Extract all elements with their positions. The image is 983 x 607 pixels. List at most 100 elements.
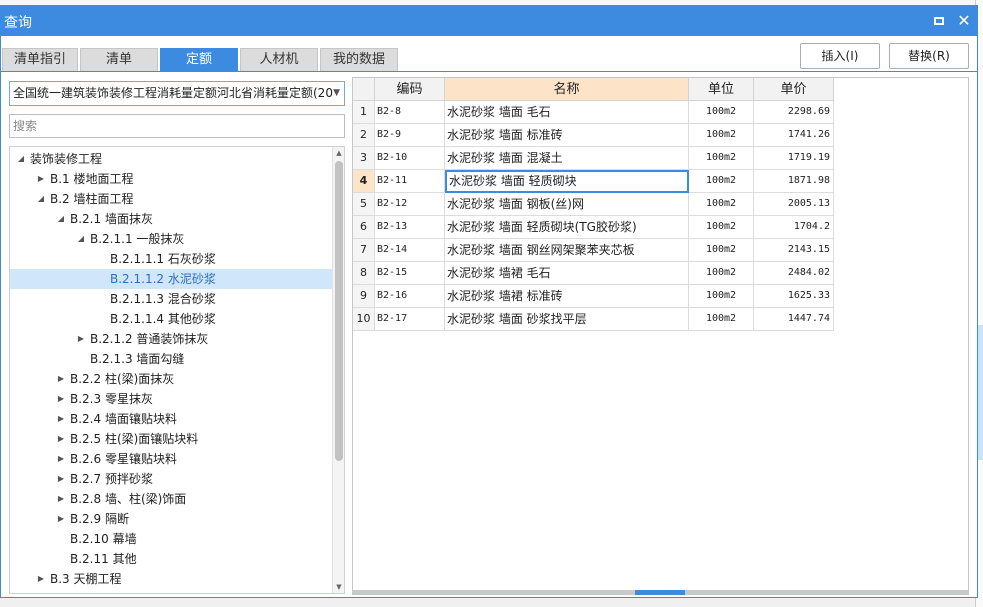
name-cell[interactable]: 水泥砂浆 墙面 标准砖 (445, 124, 689, 147)
collapsed-triangle-icon[interactable]: ▶ (36, 169, 46, 189)
unit-cell[interactable]: 100m2 (689, 147, 754, 170)
collapsed-triangle-icon[interactable]: ▶ (56, 509, 66, 529)
table-row[interactable]: 1 B2-8 水泥砂浆 墙面 毛石 100m2 2298.69 (353, 101, 835, 124)
tree-node[interactable]: ▶ B.1 楼地面工程 (10, 169, 332, 189)
collapsed-triangle-icon[interactable]: ▶ (56, 449, 66, 469)
collapsed-triangle-icon[interactable]: ▶ (56, 409, 66, 429)
tree-node[interactable]: ▶ B.2.2 柱(梁)面抹灰 (10, 369, 332, 389)
tree-node[interactable]: ▶ B.2.6 零星镶贴块料 (10, 449, 332, 469)
collapsed-triangle-icon[interactable]: ▶ (56, 489, 66, 509)
collapsed-triangle-icon[interactable]: ▶ (76, 329, 86, 349)
quota-library-select[interactable]: 全国统一建筑装饰装修工程消耗量定额河北省消耗量定额(20 ▼ (9, 81, 345, 106)
tree-node[interactable]: ◢ B.2.1.1 一般抹灰 (10, 229, 332, 249)
name-cell[interactable]: 水泥砂浆 墙面 钢丝网架聚苯夹芯板 (445, 239, 689, 262)
expanded-triangle-icon[interactable]: ◢ (36, 189, 46, 209)
tree-node[interactable]: B.2.1.1.2 水泥砂浆 (10, 269, 332, 289)
tab-labor-material-machine[interactable]: 人材机 (240, 48, 318, 72)
unit-cell[interactable]: 100m2 (689, 193, 754, 216)
collapsed-triangle-icon[interactable]: ▶ (56, 469, 66, 489)
chevron-down-icon[interactable]: ▼ (333, 82, 340, 105)
price-cell[interactable]: 2484.02 (754, 262, 834, 285)
name-cell[interactable]: 水泥砂浆 墙面 砂浆找平层 (445, 308, 689, 331)
unit-cell[interactable]: 100m2 (689, 170, 754, 193)
price-cell[interactable]: 1704.2 (754, 216, 834, 239)
tab-list-guide[interactable]: 清单指引 (2, 48, 78, 72)
tree-node[interactable]: ▶ B.2.9 隔断 (10, 509, 332, 529)
tree-node[interactable]: ◢ 装饰装修工程 (10, 149, 332, 169)
search-input[interactable]: 搜索 (9, 114, 345, 138)
name-cell[interactable]: 水泥砂浆 墙面 轻质砌块 (445, 170, 689, 193)
price-cell[interactable]: 1719.19 (754, 147, 834, 170)
table-row[interactable]: 5 B2-12 水泥砂浆 墙面 钢板(丝)网 100m2 2005.13 (353, 193, 835, 216)
unit-cell[interactable]: 100m2 (689, 308, 754, 331)
table-row[interactable]: 6 B2-13 水泥砂浆 墙面 轻质砌块(TG胶砂浆) 100m2 1704.2 (353, 216, 835, 239)
price-cell[interactable]: 1871.98 (754, 170, 834, 193)
replace-button[interactable]: 替换(R) (889, 43, 969, 69)
name-cell[interactable]: 水泥砂浆 墙面 轻质砌块(TG胶砂浆) (445, 216, 689, 239)
tab-quota[interactable]: 定额 (160, 48, 238, 72)
unit-cell[interactable]: 100m2 (689, 285, 754, 308)
code-cell[interactable]: B2-11 (375, 170, 445, 193)
scroll-down-icon[interactable]: ▼ (333, 581, 344, 593)
price-cell[interactable]: 2005.13 (754, 193, 834, 216)
table-row[interactable]: 9 B2-16 水泥砂浆 墙裙 标准砖 100m2 1625.33 (353, 285, 835, 308)
name-cell[interactable]: 水泥砂浆 墙裙 毛石 (445, 262, 689, 285)
tab-my-data[interactable]: 我的数据 (320, 48, 398, 72)
scroll-up-icon[interactable]: ▲ (333, 147, 344, 159)
splitter-grip[interactable] (635, 590, 685, 595)
name-cell[interactable]: 水泥砂浆 墙面 混凝土 (445, 147, 689, 170)
collapsed-triangle-icon[interactable]: ▶ (56, 429, 66, 449)
table-row[interactable]: 8 B2-15 水泥砂浆 墙裙 毛石 100m2 2484.02 (353, 262, 835, 285)
column-header-price[interactable]: 单价 (754, 78, 834, 101)
price-cell[interactable]: 2298.69 (754, 101, 834, 124)
code-cell[interactable]: B2-17 (375, 308, 445, 331)
tree-node[interactable]: B.2.1.1.3 混合砂浆 (10, 289, 332, 309)
tree-node[interactable]: ▶ B.3 天棚工程 (10, 569, 332, 589)
unit-cell[interactable]: 100m2 (689, 239, 754, 262)
code-cell[interactable]: B2-14 (375, 239, 445, 262)
table-row[interactable]: 7 B2-14 水泥砂浆 墙面 钢丝网架聚苯夹芯板 100m2 2143.15 (353, 239, 835, 262)
tree-node[interactable]: B.2.10 幕墙 (10, 529, 332, 549)
horizontal-scrollbar[interactable] (353, 590, 968, 595)
code-cell[interactable]: B2-16 (375, 285, 445, 308)
unit-cell[interactable]: 100m2 (689, 262, 754, 285)
code-cell[interactable]: B2-9 (375, 124, 445, 147)
tree-node[interactable]: ◢ B.2 墙柱面工程 (10, 189, 332, 209)
tree-node[interactable]: ▶ B.2.1.2 普通装饰抹灰 (10, 329, 332, 349)
price-cell[interactable]: 2143.15 (754, 239, 834, 262)
table-row[interactable]: 4 B2-11 水泥砂浆 墙面 轻质砌块 100m2 1871.98 (353, 170, 835, 193)
maximize-icon[interactable] (931, 13, 947, 29)
close-icon[interactable]: ✕ (956, 13, 972, 29)
unit-cell[interactable]: 100m2 (689, 216, 754, 239)
tab-list[interactable]: 清单 (80, 48, 158, 72)
expanded-triangle-icon[interactable]: ◢ (56, 209, 66, 229)
scroll-thumb[interactable] (335, 161, 343, 461)
tree-node[interactable]: B.2.1.3 墙面勾缝 (10, 349, 332, 369)
price-cell[interactable]: 1741.26 (754, 124, 834, 147)
code-cell[interactable]: B2-8 (375, 101, 445, 124)
column-header-unit[interactable]: 单位 (689, 78, 754, 101)
price-cell[interactable]: 1625.33 (754, 285, 834, 308)
tree-node[interactable]: ▶ B.2.5 柱(梁)面镶贴块料 (10, 429, 332, 449)
price-cell[interactable]: 1447.74 (754, 308, 834, 331)
tree-node[interactable]: ▶ B.2.3 零星抹灰 (10, 389, 332, 409)
code-cell[interactable]: B2-10 (375, 147, 445, 170)
column-header-name[interactable]: 名称 (445, 78, 689, 101)
tree-node[interactable]: ◢ B.2.1 墙面抹灰 (10, 209, 332, 229)
collapsed-triangle-icon[interactable]: ▶ (56, 389, 66, 409)
code-cell[interactable]: B2-13 (375, 216, 445, 239)
tree-node[interactable]: B.2.1.1.1 石灰砂浆 (10, 249, 332, 269)
insert-button[interactable]: 插入(I) (800, 43, 880, 69)
tree-node[interactable]: ▶ B.2.7 预拌砂浆 (10, 469, 332, 489)
name-cell[interactable]: 水泥砂浆 墙面 毛石 (445, 101, 689, 124)
tree-node[interactable]: B.2.11 其他 (10, 549, 332, 569)
tree-scrollbar[interactable]: ▲ ▼ (332, 147, 344, 593)
tree-node[interactable]: ▶ B.2.4 墙面镶贴块料 (10, 409, 332, 429)
collapsed-triangle-icon[interactable]: ▶ (36, 569, 46, 589)
table-row[interactable]: 3 B2-10 水泥砂浆 墙面 混凝土 100m2 1719.19 (353, 147, 835, 170)
tree-node[interactable]: ▶ B.2.8 墙、柱(梁)饰面 (10, 489, 332, 509)
code-cell[interactable]: B2-15 (375, 262, 445, 285)
tree-node[interactable]: B.2.1.1.4 其他砂浆 (10, 309, 332, 329)
code-cell[interactable]: B2-12 (375, 193, 445, 216)
expanded-triangle-icon[interactable]: ◢ (16, 149, 26, 169)
